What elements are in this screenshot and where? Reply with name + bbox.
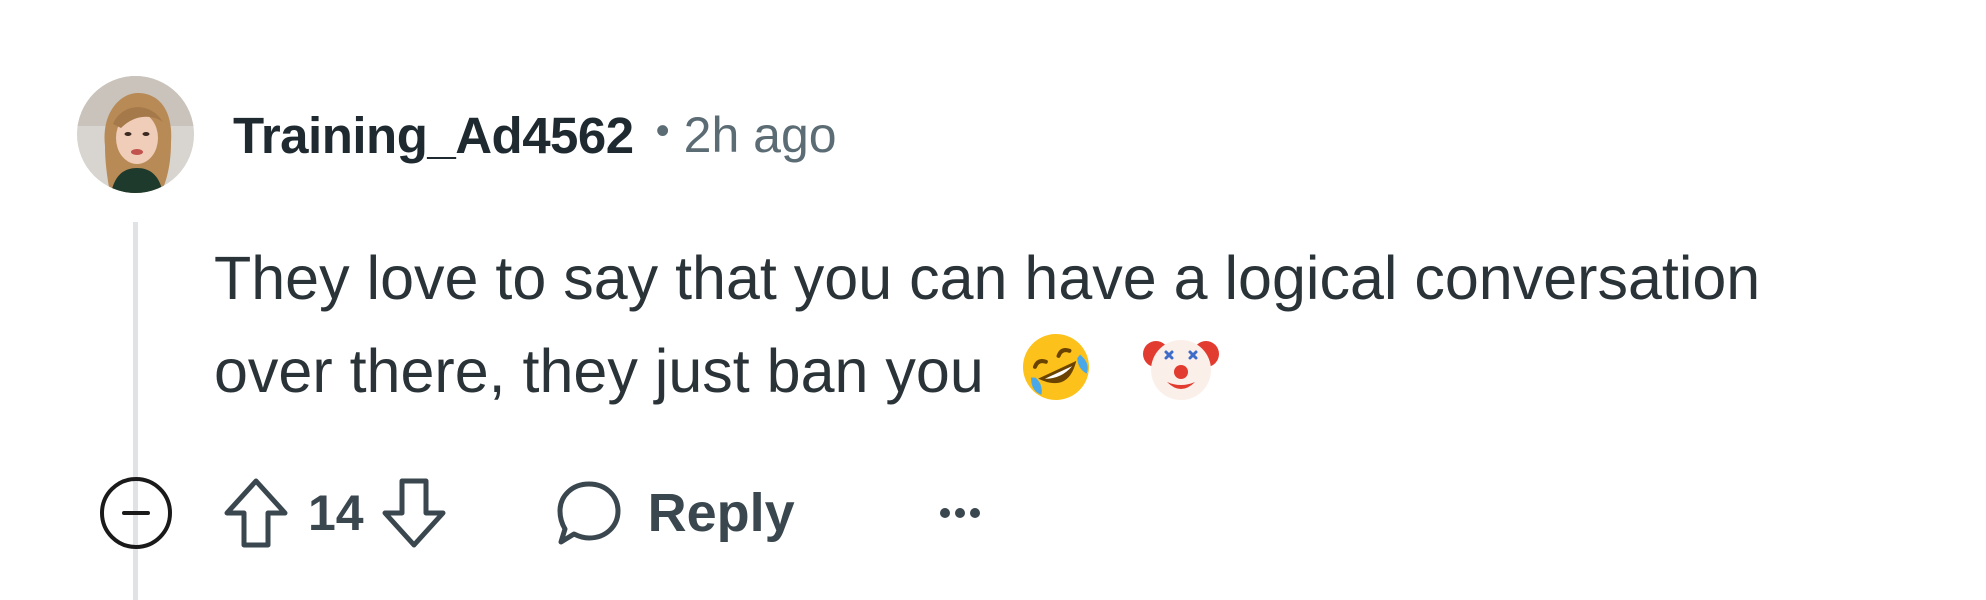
comment-text: They love to say that you can have a log… xyxy=(214,244,1761,405)
action-bar: 14 Reply xyxy=(96,468,995,558)
clown-face-emoji xyxy=(1142,328,1220,406)
upvote-button[interactable] xyxy=(216,473,296,553)
reply-label: Reply xyxy=(647,483,795,543)
vote-group: 14 xyxy=(216,473,454,553)
rolling-on-floor-laughing-emoji xyxy=(1017,328,1095,406)
minus-circle-icon xyxy=(100,477,172,549)
ellipsis-icon xyxy=(939,508,980,518)
comment-header: Training_Ad4562 • 2h ago xyxy=(233,105,837,165)
upvote-arrow-icon xyxy=(224,478,288,548)
username[interactable]: Training_Ad4562 xyxy=(233,106,634,165)
avatar-image xyxy=(77,76,194,193)
timestamp[interactable]: 2h ago xyxy=(684,106,837,164)
downvote-arrow-icon xyxy=(382,478,446,548)
avatar[interactable] xyxy=(77,76,194,193)
more-options-button[interactable] xyxy=(925,478,995,548)
speech-bubble-icon xyxy=(557,481,621,545)
vote-score: 14 xyxy=(308,485,364,541)
comment: Training_Ad4562 • 2h ago They love to sa… xyxy=(0,0,1986,600)
comment-body: They love to say that you can have a log… xyxy=(214,232,1774,418)
downvote-button[interactable] xyxy=(374,473,454,553)
collapse-button[interactable] xyxy=(96,473,176,553)
separator-dot: • xyxy=(655,108,670,153)
reply-button[interactable]: Reply xyxy=(554,473,795,553)
